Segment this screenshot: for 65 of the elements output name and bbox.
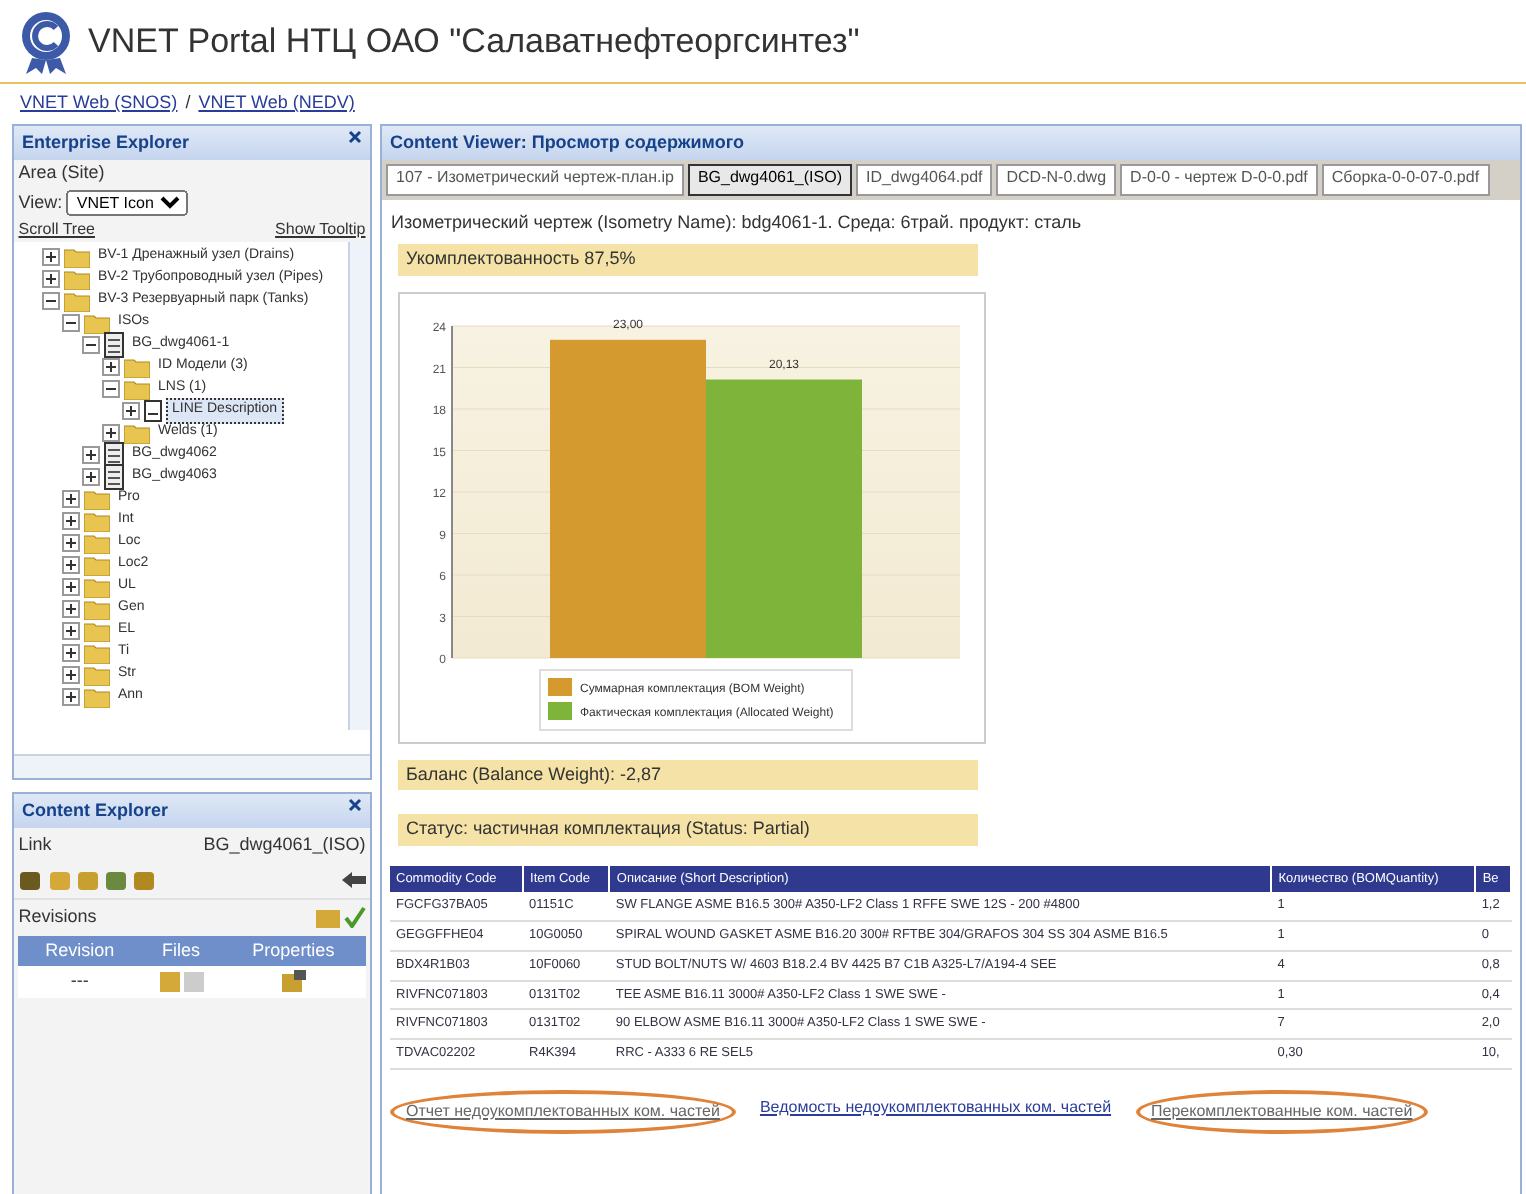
panel-title: Content Explorer bbox=[22, 797, 169, 824]
balance-label: Баланс (Balance Weight): -2,87 bbox=[398, 759, 978, 790]
show-tooltip-link[interactable]: Show Tooltip bbox=[275, 218, 366, 242]
report-link[interactable]: Перекомплектованные ком. частей bbox=[1135, 1089, 1429, 1134]
column-header: Files bbox=[140, 935, 222, 966]
check-icon[interactable] bbox=[343, 906, 366, 928]
status-label: Статус: частичная комплектация (Status: Partial) bbox=[398, 814, 978, 845]
breadcrumb-link[interactable]: VNET Web (SNOS) bbox=[20, 90, 178, 117]
properties-icon[interactable] bbox=[281, 970, 306, 993]
document-tab[interactable]: DCD-N-0.dwg bbox=[996, 164, 1117, 196]
expand-toggle[interactable] bbox=[62, 622, 80, 640]
breadcrumb-link[interactable]: VNET Web (NEDV) bbox=[198, 90, 355, 117]
document-tab[interactable]: 107 - Изометрический чертеж-план.ip bbox=[386, 164, 684, 196]
collapse-toggle[interactable] bbox=[42, 292, 60, 310]
document-tab[interactable]: Сборка-0-0-07-0.pdf bbox=[1321, 164, 1490, 196]
drawing-icon bbox=[104, 464, 124, 490]
report-link[interactable]: Ведомость недоукомплектованных ком. частей bbox=[747, 1089, 1124, 1134]
document-tab[interactable]: BG_dwg4061_(ISO) bbox=[687, 164, 852, 196]
expand-toggle[interactable] bbox=[62, 644, 80, 662]
table-cell: --- bbox=[18, 966, 141, 997]
column-header: Revision bbox=[18, 935, 141, 966]
expand-toggle[interactable] bbox=[62, 534, 80, 552]
document-tab[interactable]: D-0-0 - чертеж D-0-0.pdf bbox=[1120, 164, 1318, 196]
expand-toggle[interactable] bbox=[62, 578, 80, 596]
expand-toggle[interactable] bbox=[62, 600, 80, 618]
expand-toggle[interactable] bbox=[62, 556, 80, 574]
expand-toggle[interactable] bbox=[122, 402, 140, 420]
field-label: Link bbox=[18, 832, 52, 859]
collapse-toggle[interactable] bbox=[62, 314, 80, 332]
arrow-icon[interactable] bbox=[341, 872, 366, 889]
expand-toggle[interactable] bbox=[62, 666, 80, 684]
expand-toggle[interactable] bbox=[82, 468, 100, 486]
expand-toggle[interactable] bbox=[82, 446, 100, 464]
close-icon[interactable] bbox=[348, 129, 362, 143]
document-tab[interactable]: ID_dwg4064.pdf bbox=[855, 164, 993, 196]
close-icon[interactable] bbox=[348, 797, 362, 811]
report-link[interactable]: Отчет недоукомплектованных ком. частей bbox=[390, 1089, 736, 1134]
link-value: BG_dwg4061_(ISO) bbox=[203, 832, 366, 859]
expand-toggle[interactable] bbox=[62, 688, 80, 706]
collapse-toggle[interactable] bbox=[102, 380, 120, 398]
drawing-icon bbox=[104, 332, 124, 358]
column-header: Properties bbox=[221, 935, 366, 966]
portal-title: VNET Portal НТЦ ОАО "Салаватнефтеоргсинтез" bbox=[88, 19, 860, 64]
document-title: Изометрический чертеж (Isometry Name): bdg4061-1. Среда: 6трай. продукт: сталь bbox=[389, 209, 1084, 236]
file-icon bbox=[144, 400, 162, 422]
field-label: Area (Site) bbox=[18, 160, 107, 186]
panel-title: Enterprise Explorer bbox=[22, 129, 190, 156]
expand-toggle[interactable] bbox=[42, 248, 60, 266]
drawing-icon bbox=[104, 442, 124, 468]
section-label: Revisions bbox=[18, 903, 97, 930]
view-dropdown[interactable]: VNET Icon bbox=[66, 189, 189, 216]
expand-toggle[interactable] bbox=[42, 270, 60, 288]
separator: / bbox=[185, 90, 191, 116]
expand-toggle[interactable] bbox=[62, 512, 80, 530]
logo-icon bbox=[16, 9, 76, 73]
panel-title: Content Viewer: Просмотр содержимого bbox=[390, 129, 744, 156]
scrollbar[interactable] bbox=[348, 242, 370, 729]
field-label: View: bbox=[18, 189, 63, 215]
expand-toggle[interactable] bbox=[62, 490, 80, 508]
scroll-tree-link[interactable]: Scroll Tree bbox=[18, 218, 95, 242]
scrollbar[interactable] bbox=[14, 753, 370, 777]
expand-toggle[interactable] bbox=[102, 424, 120, 442]
expand-toggle[interactable] bbox=[102, 358, 120, 376]
collapse-toggle[interactable] bbox=[82, 336, 100, 354]
completeness-label: Укомплектованность 87,5% bbox=[398, 244, 978, 275]
